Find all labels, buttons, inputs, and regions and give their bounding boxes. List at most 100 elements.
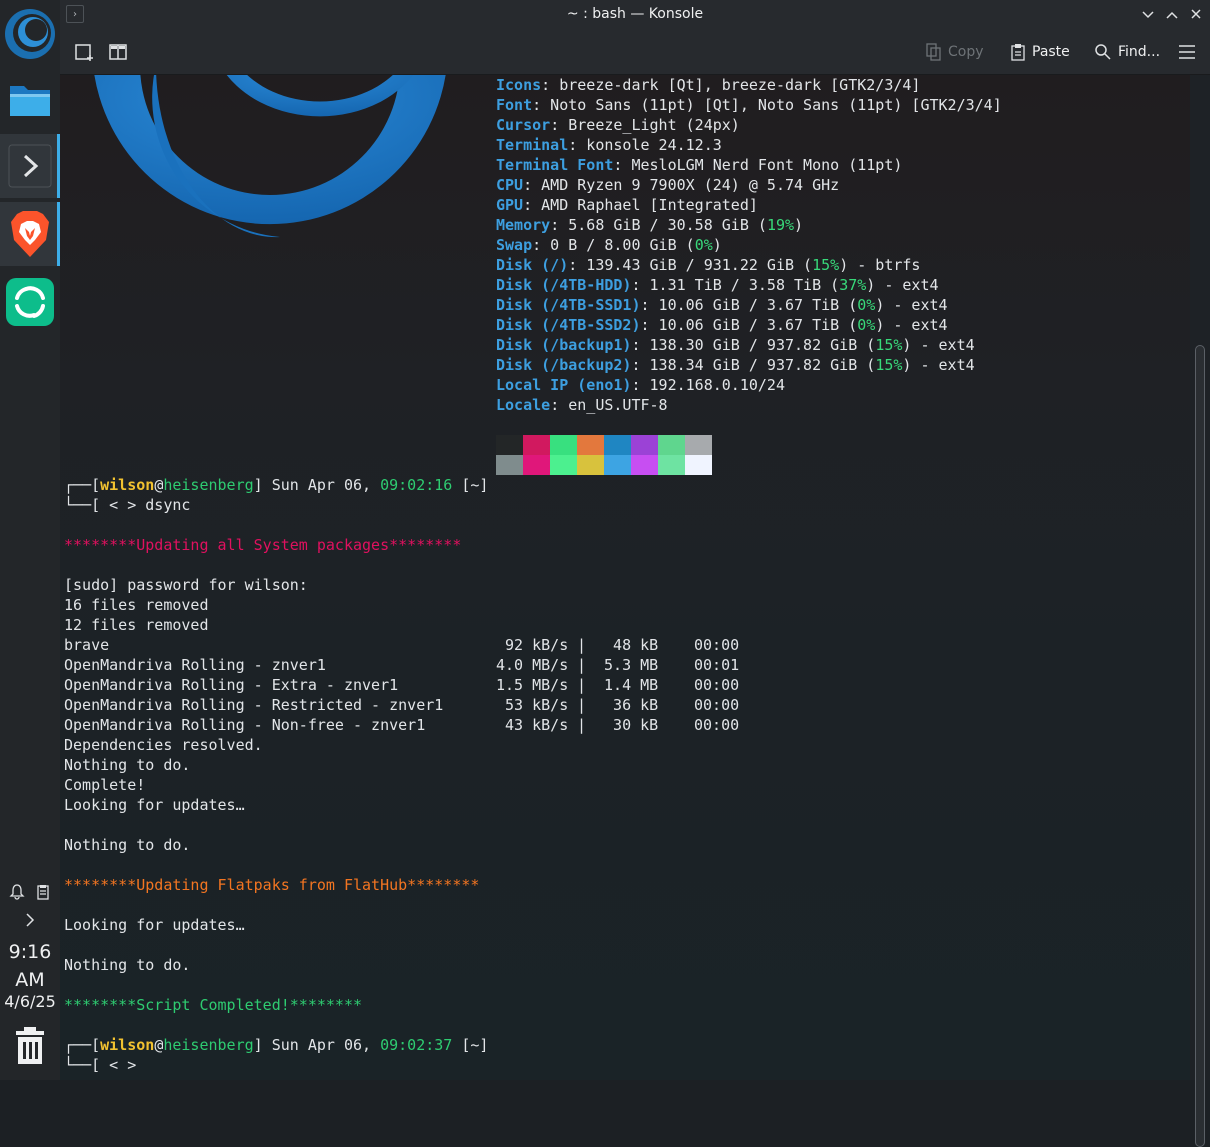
updating-system-banner: ********Updating all System packages****… <box>64 536 462 554</box>
palette-swatch <box>523 435 550 455</box>
sysinfo-line: Icons: breeze-dark [Qt], breeze-dark [GT… <box>496 75 920 95</box>
prompt-line: ┌──[wilson@heisenberg] Sun Apr 06, 09:02… <box>64 475 488 495</box>
sysinfo-line: Locale: en_US.UTF-8 <box>496 395 668 415</box>
sysinfo-key: Terminal <box>496 136 569 154</box>
output-line: Nothing to do. <box>64 956 191 974</box>
sysinfo-percent: 15% <box>875 336 903 354</box>
sysinfo-percent: 15% <box>812 256 840 274</box>
digital-clock-time[interactable]: 9:16 AM <box>0 938 60 994</box>
scrollbar-thumb[interactable] <box>1195 345 1205 1147</box>
konsole-window: › ~ : bash — Konsole Copy Paste Find... … <box>60 0 1210 1147</box>
sysinfo-key: GPU <box>496 196 524 214</box>
paste-label: Paste <box>1032 44 1070 60</box>
digital-clock-date[interactable]: 4/6/25 <box>0 992 60 1011</box>
repo-time: 00:01 <box>694 656 740 674</box>
repo-size: 5.3 MB <box>595 656 659 674</box>
sysinfo-tail: ) <box>794 216 804 234</box>
repo-speed: 92 kB/s <box>496 636 569 654</box>
trash-icon[interactable] <box>14 1026 46 1066</box>
sysinfo-line: Font: Noto Sans (11pt) [Qt], Noto Sans (… <box>496 95 1002 115</box>
sysinfo-value: : breeze-dark [Qt], breeze-dark [GTK2/3/… <box>541 76 921 94</box>
sysinfo-tail: ) - btrfs <box>839 256 921 274</box>
copy-button[interactable]: Copy <box>926 40 984 64</box>
expand-tray-icon[interactable] <box>22 911 38 929</box>
sysinfo-key: Terminal Font <box>496 156 614 174</box>
prompt-date: ] Sun Apr 06, <box>253 1036 381 1054</box>
palette-swatch <box>658 435 685 455</box>
sysinfo-value: : Noto Sans (11pt) [Qt], Noto Sans (11pt… <box>532 96 1002 114</box>
sysinfo-percent: 19% <box>766 216 795 234</box>
sysinfo-line: Memory: 5.68 GiB / 30.58 GiB (19%) <box>496 215 803 235</box>
prompt-at: @ <box>154 1036 164 1054</box>
terminal-view[interactable]: Icons: breeze-dark [Qt], breeze-dark [GT… <box>60 75 1190 1080</box>
sysinfo-key: Icons <box>496 76 542 94</box>
titlebar[interactable]: › ~ : bash — Konsole <box>60 0 1210 30</box>
scrollbar[interactable] <box>1190 75 1210 1147</box>
output-line: 16 files removed <box>64 596 209 614</box>
split-view-button[interactable] <box>108 40 128 64</box>
paste-button[interactable]: Paste <box>1010 40 1070 64</box>
prompt-open: ┌──[ <box>64 476 101 494</box>
prompt-time: 09:02:37 <box>380 1036 453 1054</box>
sysinfo-line: Disk (/backup2): 138.34 GiB / 937.82 GiB… <box>496 355 975 375</box>
notifications-icon[interactable] <box>9 884 25 900</box>
prompt-date: ] Sun Apr 06, <box>253 476 381 494</box>
new-tab-button[interactable] <box>74 40 96 64</box>
sysinfo-line: Swap: 0 B / 8.00 GiB (0%) <box>496 235 722 255</box>
sysinfo-value: : 10.06 GiB / 3.67 TiB ( <box>640 296 858 314</box>
palette-swatch <box>685 435 712 455</box>
output-line: Complete! <box>64 776 146 794</box>
prompt-dir: [~] <box>452 476 489 494</box>
output-line: 12 files removed <box>64 616 209 634</box>
launcher-element[interactable] <box>0 270 60 334</box>
new-tab-icon <box>75 44 93 61</box>
sysinfo-line: Disk (/4TB-HDD): 1.31 TiB / 3.58 TiB (37… <box>496 275 939 295</box>
palette-swatch <box>550 455 577 475</box>
repo-speed: 1.5 MB/s <box>496 676 569 694</box>
sysinfo-line: Terminal Font: MesloLGM Nerd Font Mono (… <box>496 155 902 175</box>
sysinfo-value: : 192.168.0.10/24 <box>631 376 785 394</box>
sysinfo-key: Swap <box>496 236 533 254</box>
minimize-button[interactable] <box>1138 5 1158 25</box>
sysinfo-tail: ) - ext4 <box>875 296 948 314</box>
sysinfo-key: Locale <box>496 396 551 414</box>
sysinfo-percent: 0% <box>857 316 876 334</box>
search-icon <box>1095 44 1111 60</box>
sysinfo-line: Disk (/4TB-SSD2): 10.06 GiB / 3.67 TiB (… <box>496 315 948 335</box>
palette-swatch <box>685 455 712 475</box>
sysinfo-line: GPU: AMD Raphael [Integrated] <box>496 195 758 215</box>
repo-speed: 43 kB/s <box>496 716 569 734</box>
clipboard-icon[interactable] <box>35 884 51 900</box>
repo-name: OpenMandriva Rolling - Restricted - znve… <box>64 696 444 714</box>
repo-size: 48 kB <box>595 636 659 654</box>
prompt-host: heisenberg <box>163 476 254 494</box>
maximize-button[interactable] <box>1162 5 1182 25</box>
repo-name: OpenMandriva Rolling - Non-free - znver1 <box>64 716 426 734</box>
sysinfo-line: Disk (/): 139.43 GiB / 931.22 GiB (15%) … <box>496 255 920 275</box>
repo-name: OpenMandriva Rolling - znver1 <box>64 656 326 674</box>
close-icon <box>1191 9 1201 19</box>
palette-swatch <box>658 455 685 475</box>
repo-speed: 53 kB/s <box>496 696 569 714</box>
sysinfo-value: : 139.43 GiB / 931.22 GiB ( <box>568 256 813 274</box>
find-button[interactable]: Find... <box>1094 40 1160 64</box>
sysinfo-tail: ) - ext4 <box>902 336 975 354</box>
prompt-user: wilson <box>100 1036 155 1054</box>
launcher-file-manager[interactable] <box>0 68 60 132</box>
openmandriva-menu-button[interactable] <box>0 2 60 66</box>
folder-icon <box>10 86 50 116</box>
sysinfo-value: : 5.68 GiB / 30.58 GiB ( <box>550 216 767 234</box>
output-line: Nothing to do. <box>64 756 191 774</box>
launcher-konsole[interactable] <box>0 134 60 198</box>
palette-swatch <box>604 455 631 475</box>
sysinfo-key: Disk (/) <box>496 256 569 274</box>
sysinfo-percent: 37% <box>839 276 867 294</box>
hamburger-menu-button[interactable] <box>1178 40 1196 64</box>
close-button[interactable] <box>1186 5 1206 25</box>
sysinfo-line: Cursor: Breeze_Light (24px) <box>496 115 740 135</box>
konsole-icon <box>8 144 52 188</box>
prompt-time: 09:02:16 <box>380 476 453 494</box>
palette-swatch <box>577 435 604 455</box>
launcher-brave[interactable] <box>0 202 60 266</box>
sysinfo-percent: 15% <box>875 356 903 374</box>
